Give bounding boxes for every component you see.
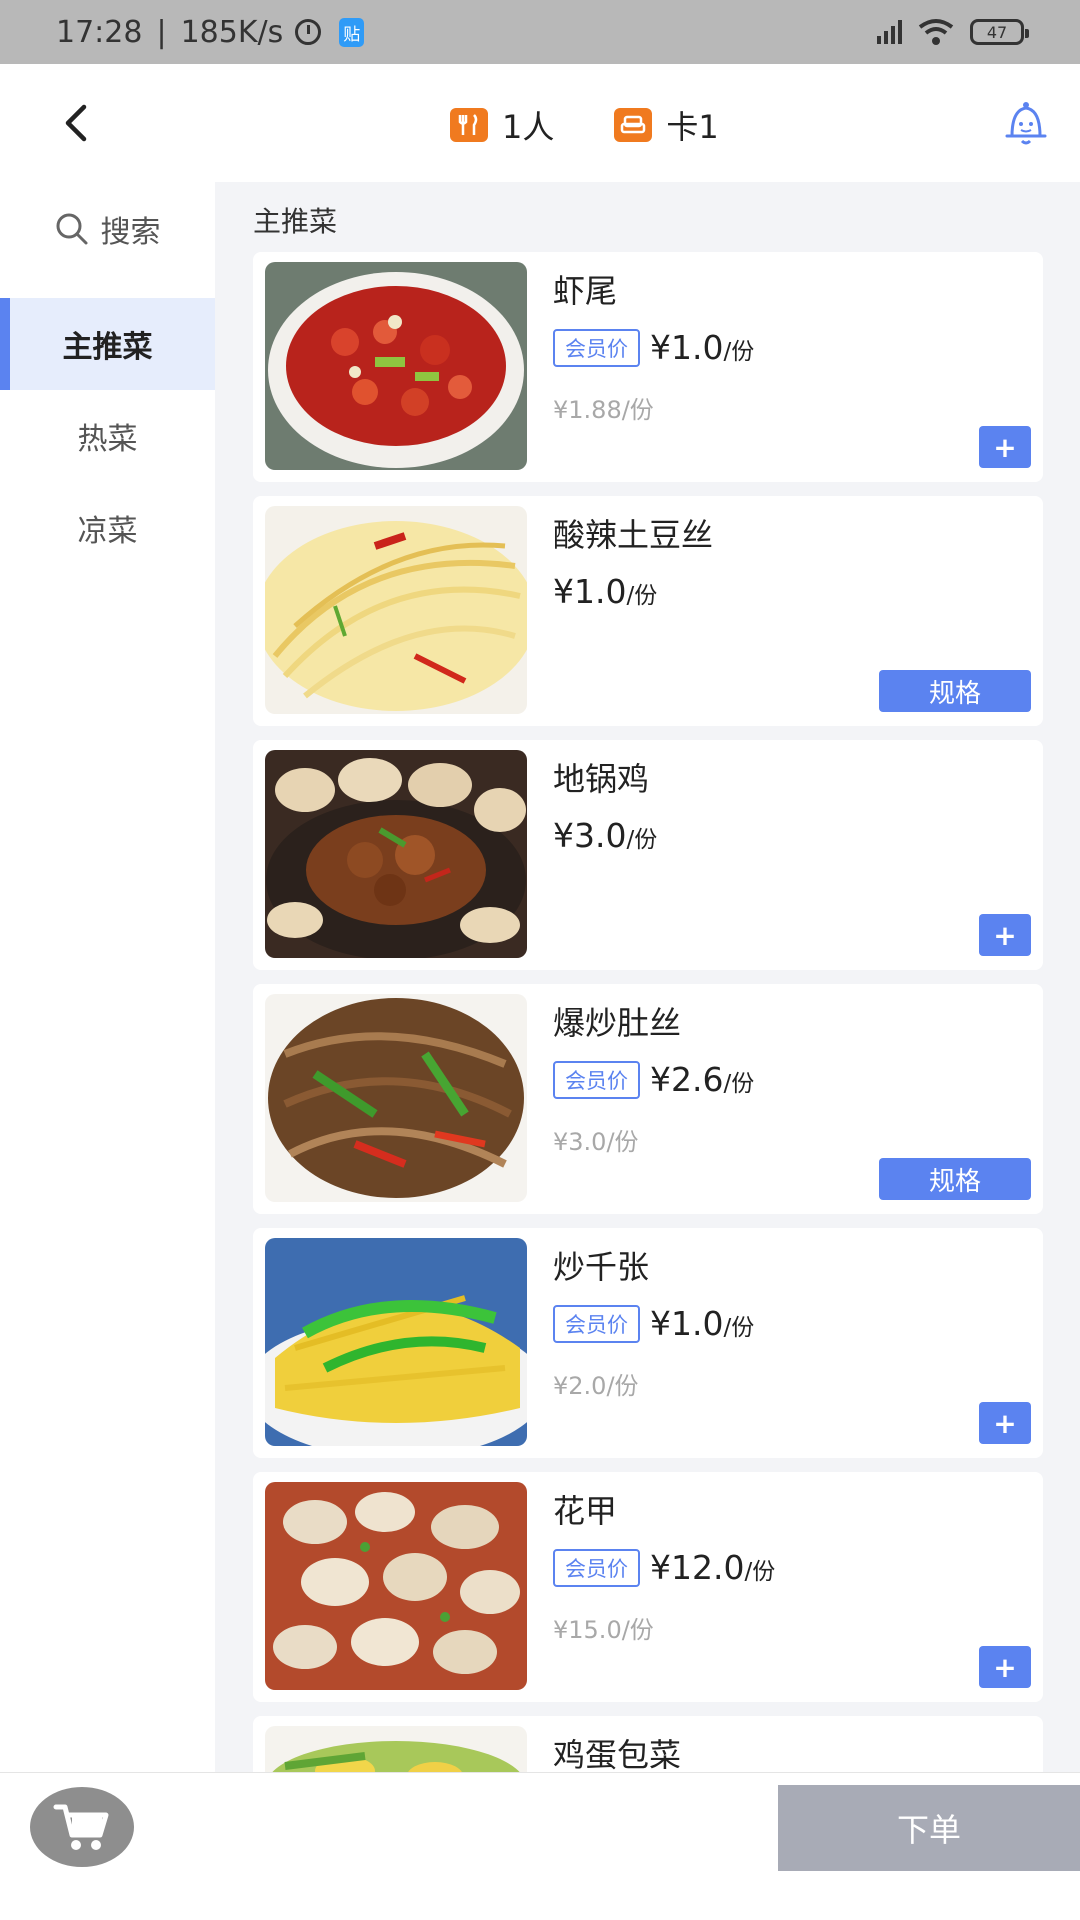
dish-image [265, 1238, 527, 1446]
member-price-badge: 会员价 [553, 1304, 640, 1343]
price-unit: /份 [723, 1315, 755, 1341]
dish-card[interactable]: 地锅鸡 ¥3.0/份 + [253, 740, 1043, 970]
add-button[interactable]: + [979, 426, 1031, 468]
cart-button[interactable] [30, 1787, 134, 1867]
sofa-icon [614, 108, 653, 142]
price-row: ¥3.0/份 [553, 816, 657, 855]
cart-icon [53, 1804, 109, 1850]
add-button[interactable]: + [979, 1402, 1031, 1444]
back-button[interactable] [50, 98, 100, 148]
status-time: 17:28 [56, 14, 143, 50]
search-label: 搜索 [100, 215, 161, 250]
dish-card[interactable]: 虾尾 会员价 ¥1.0/份 ¥1.88/份 + [253, 252, 1043, 482]
price-unit: /份 [723, 1071, 755, 1097]
category-sidebar: 搜索 主推菜 热菜 凉菜 [0, 182, 215, 1772]
price-unit: /份 [723, 339, 755, 365]
dish-name: 炒千张 [553, 1248, 650, 1286]
signal-icon [877, 20, 902, 44]
dish-name: 爆炒肚丝 [553, 1004, 682, 1042]
original-price: ¥15.0/份 [553, 1616, 654, 1644]
member-price-badge: 会员价 [553, 328, 640, 367]
price-unit: /份 [626, 583, 658, 609]
dish-card[interactable]: 酸辣土豆丝 ¥1.0/份 规格 [253, 496, 1043, 726]
bell-icon [1005, 102, 1047, 145]
dish-card[interactable]: 炒千张 会员价 ¥1.0/份 ¥2.0/份 + [253, 1228, 1043, 1458]
category-label: 主推菜 [62, 330, 153, 365]
price-unit: /份 [626, 827, 658, 853]
member-price-badge: 会员价 [553, 1060, 640, 1099]
status-separator: | [156, 14, 167, 50]
bottom-bar: 下单 [0, 1772, 1080, 1920]
search-button[interactable]: 搜索 [0, 194, 215, 264]
cutlery-icon [450, 108, 488, 142]
diners-count: 1人 [502, 108, 555, 146]
price-row: ¥1.0/份 [553, 572, 657, 611]
dish-card[interactable]: 花甲 会员价 ¥12.0/份 ¥15.0/份 + [253, 1472, 1043, 1702]
dish-price: ¥2.6 [650, 1060, 724, 1099]
wifi-icon [918, 19, 954, 45]
dish-image [265, 506, 527, 714]
add-button[interactable]: + [979, 1646, 1031, 1688]
dish-image [265, 994, 527, 1202]
dish-name: 鸡蛋包菜 [553, 1736, 682, 1772]
dish-image [265, 1482, 527, 1690]
price-row: 会员价 ¥1.0/份 [553, 1304, 754, 1343]
category-label: 热菜 [77, 422, 138, 457]
spec-button[interactable]: 规格 [879, 670, 1031, 712]
header: 1人 卡1 [0, 64, 1080, 182]
table-name: 卡1 [666, 108, 719, 146]
alarm-icon [295, 19, 322, 45]
dish-name: 地锅鸡 [553, 760, 650, 798]
dish-name: 虾尾 [553, 272, 618, 310]
table-chip: 卡1 [614, 102, 719, 148]
dish-name: 花甲 [553, 1492, 618, 1530]
dish-card[interactable]: 爆炒肚丝 会员价 ¥2.6/份 ¥3.0/份 规格 [253, 984, 1043, 1214]
dish-price: ¥12.0 [650, 1548, 745, 1587]
status-bar: 17:28 | 185K/s 贴 47 [0, 0, 1080, 64]
notification-badge: 贴 [339, 17, 365, 47]
category-item[interactable]: 主推菜 [0, 298, 215, 390]
place-order-button[interactable]: 下单 [778, 1785, 1080, 1871]
dish-name: 酸辣土豆丝 [553, 516, 714, 554]
price-row: 会员价 ¥12.0/份 [553, 1548, 775, 1587]
network-speed: 185K/s [180, 14, 284, 50]
price-row: 会员价 ¥2.6/份 [553, 1060, 754, 1099]
header-info: 1人 卡1 [450, 102, 719, 148]
original-price: ¥3.0/份 [553, 1128, 639, 1156]
member-price-badge: 会员价 [553, 1548, 640, 1587]
category-item[interactable]: 凉菜 [0, 482, 215, 574]
original-price: ¥2.0/份 [553, 1372, 639, 1400]
section-title: 主推菜 [253, 205, 338, 238]
back-icon [65, 104, 87, 142]
battery-level: 47 [986, 22, 1008, 42]
dish-card[interactable]: 鸡蛋包菜 [253, 1716, 1043, 1772]
original-price: ¥1.88/份 [553, 396, 654, 424]
dish-list: 主推菜 虾尾 会员价 ¥1.0/份 ¥1.88/份 + 酸辣土豆丝 ¥1.0/份… [215, 182, 1080, 1772]
spec-button[interactable]: 规格 [879, 1158, 1031, 1200]
battery-icon: 47 [970, 19, 1029, 45]
dish-price: ¥1.0 [650, 328, 724, 367]
price-unit: /份 [744, 1559, 776, 1585]
search-icon [56, 213, 87, 245]
dish-price: ¥1.0 [553, 572, 627, 611]
status-right: 47 [877, 17, 1029, 47]
category-label: 凉菜 [77, 514, 138, 549]
dish-image [265, 750, 527, 958]
category-item[interactable]: 热菜 [0, 390, 215, 482]
price-row: 会员价 ¥1.0/份 [553, 328, 754, 367]
dish-image [265, 1726, 527, 1772]
diners-chip: 1人 [450, 102, 554, 148]
dish-image [265, 262, 527, 470]
status-left: 17:28 | 185K/s 贴 [56, 14, 365, 50]
call-service-button[interactable] [1002, 100, 1050, 148]
dish-price: ¥3.0 [553, 816, 627, 855]
add-button[interactable]: + [979, 914, 1031, 956]
dish-price: ¥1.0 [650, 1304, 724, 1343]
